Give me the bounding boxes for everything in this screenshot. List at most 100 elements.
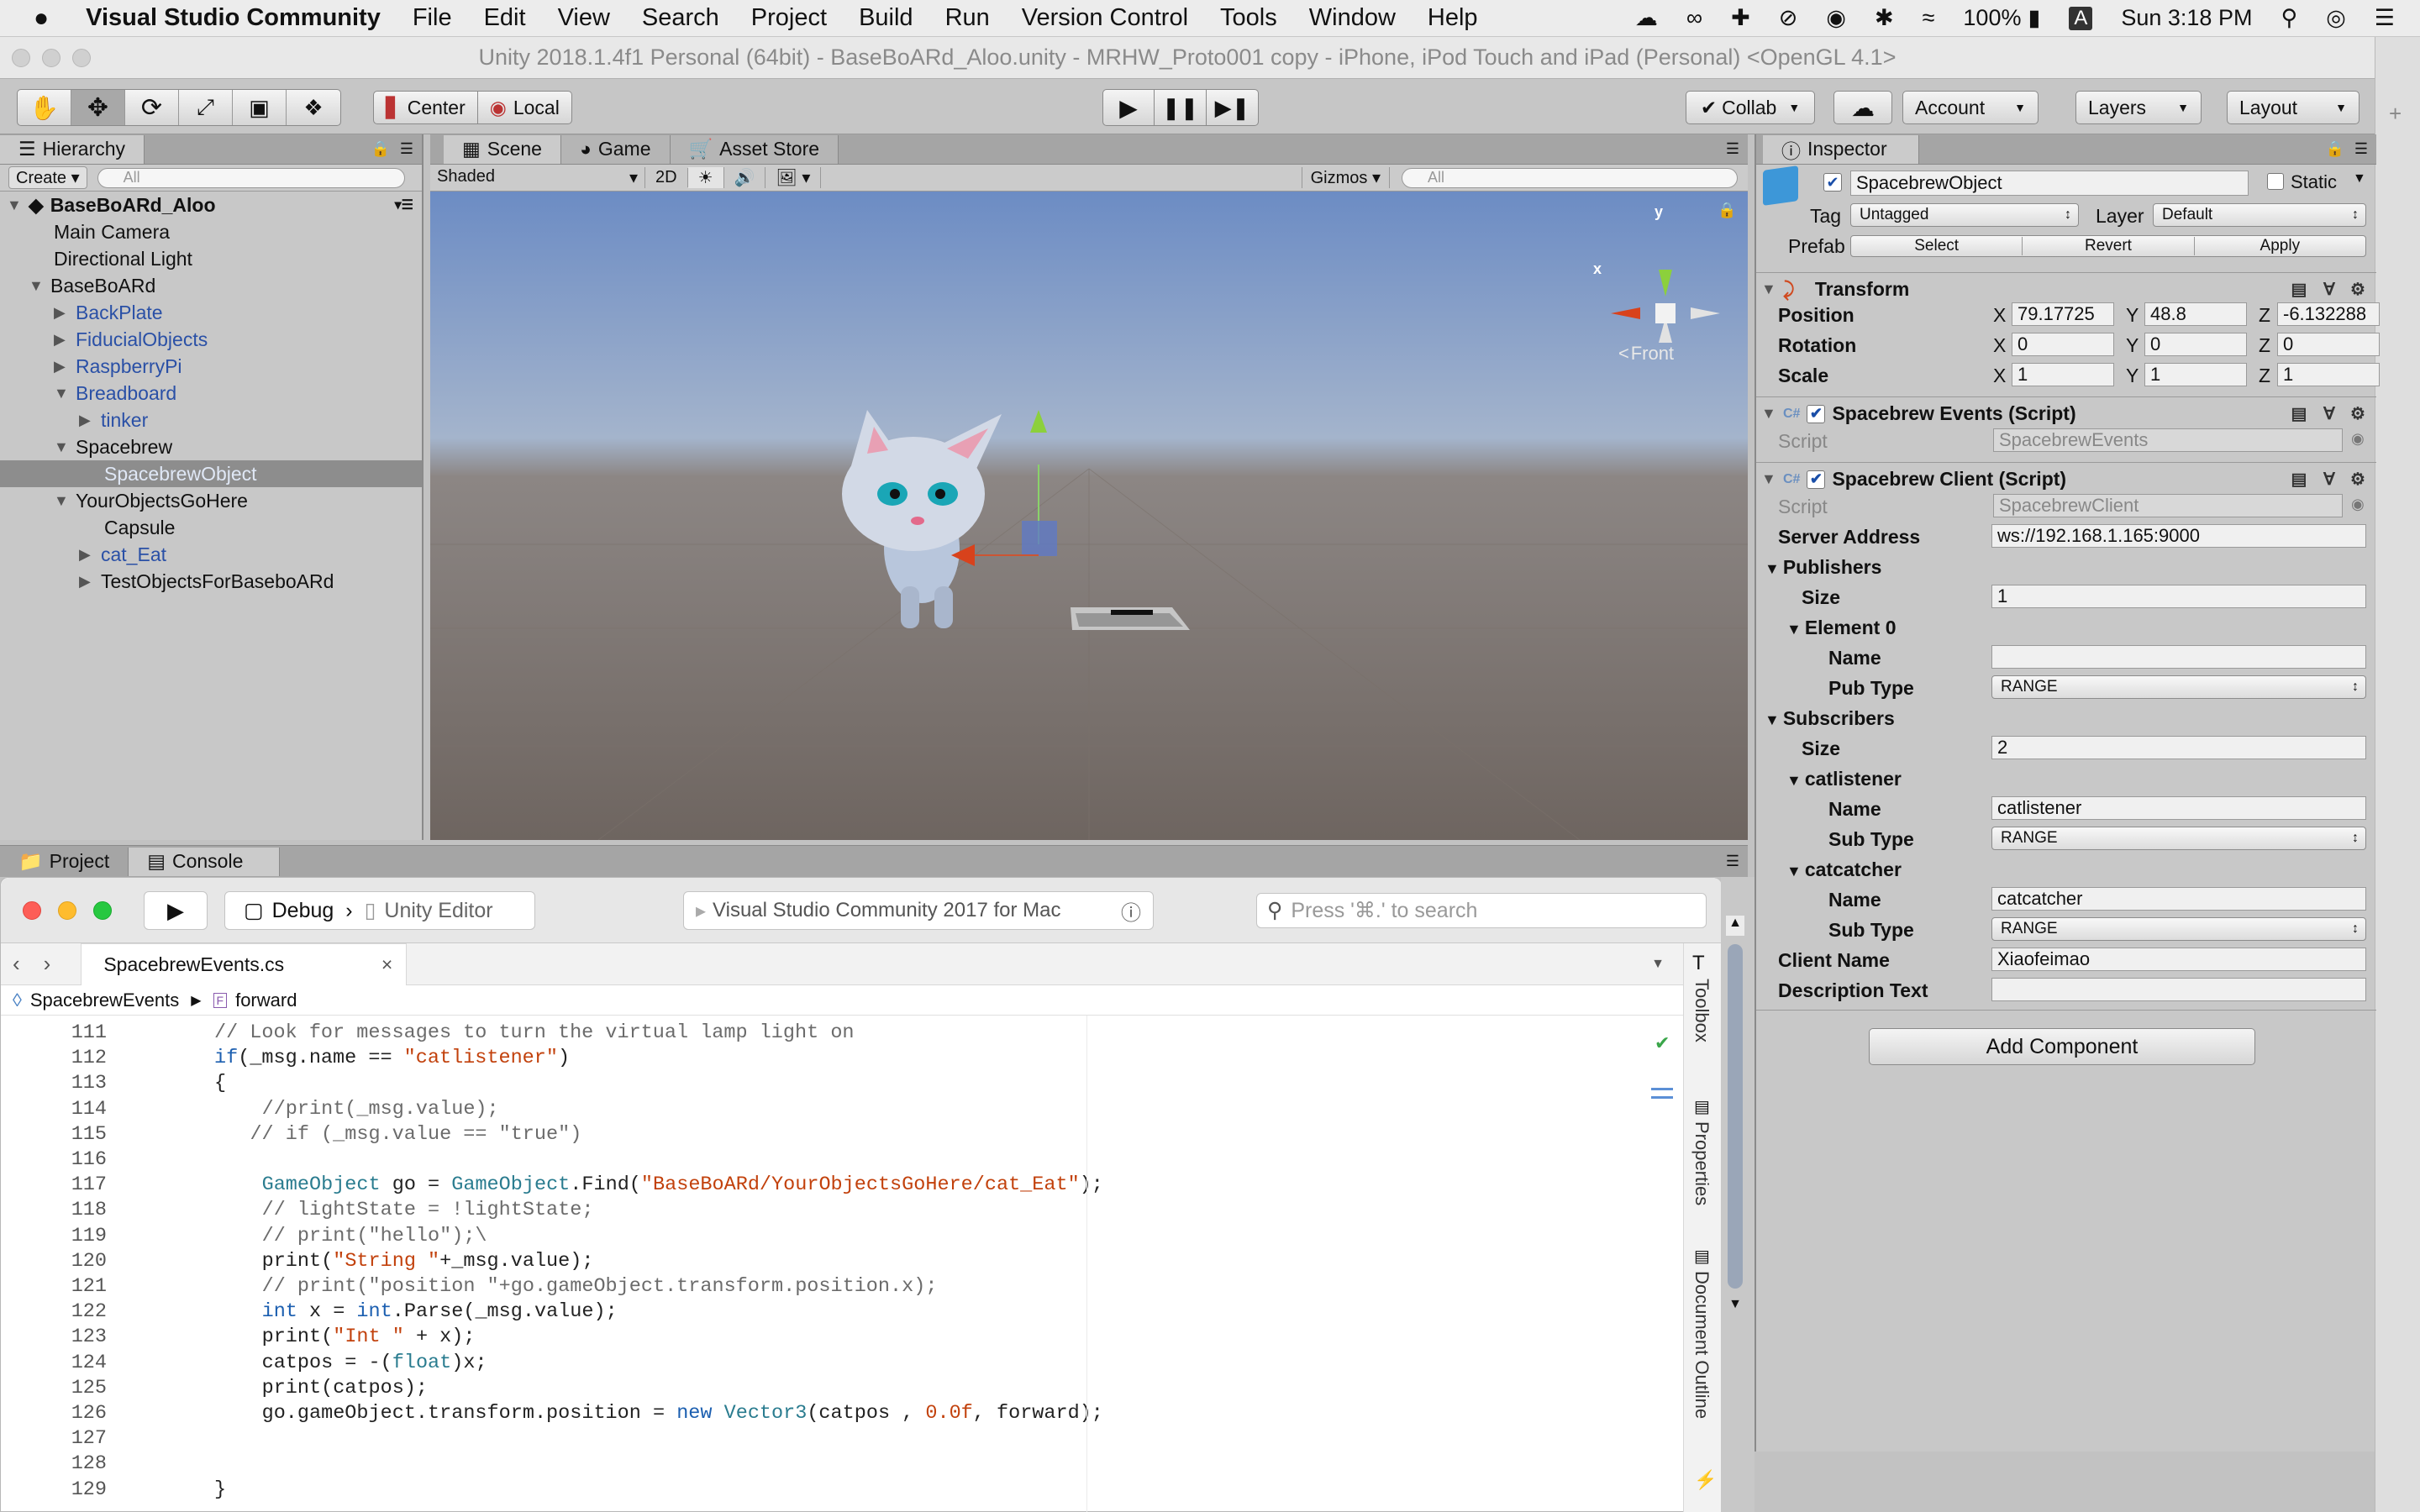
sub-size-field[interactable]: 2	[1991, 736, 2366, 759]
minimize-dot[interactable]	[42, 49, 60, 67]
menu-search[interactable]: Search	[642, 4, 719, 32]
scrollbar-thumb[interactable]	[1728, 944, 1743, 1289]
menu-file[interactable]: File	[413, 4, 452, 32]
hierarchy-item[interactable]: ▶ tinker	[0, 407, 422, 433]
breadcrumb-member[interactable]: forward	[235, 990, 297, 1011]
chevron-right-icon[interactable]: ▶	[54, 358, 76, 375]
battery-icon[interactable]: ▮	[2028, 5, 2040, 31]
zoom-dot[interactable]	[93, 901, 112, 920]
tab-spacebrew-events-cs[interactable]: SpacebrewEvents.cs ×	[81, 942, 408, 985]
back-icon[interactable]: ‹	[13, 951, 20, 977]
search-input[interactable]: ⚲ Press '⌘.' to search	[1256, 893, 1707, 928]
new-tab-icon[interactable]: +	[2389, 101, 2420, 127]
chevron-right-icon[interactable]: ▶	[54, 304, 76, 322]
spacebrew-client-enabled-checkbox[interactable]: ✔	[1807, 470, 1826, 489]
chevron-down-icon[interactable]: ▼	[54, 385, 76, 402]
effects-icon[interactable]: 🖼 ▾	[765, 167, 822, 188]
add-component-button[interactable]: Add Component	[1869, 1028, 2255, 1065]
panel-menu-icon[interactable]: ☰	[1726, 853, 1739, 870]
pub-type-dropdown[interactable]: RANGE	[1991, 675, 2366, 699]
play-button[interactable]: ▶	[1102, 89, 1155, 126]
lock-icon[interactable]: 🔒	[1718, 202, 1736, 219]
menu-project[interactable]: Project	[751, 4, 827, 32]
hierarchy-item[interactable]: ▶ RaspberryPi	[0, 353, 422, 380]
catlistener-foldout[interactable]: ▼ catlistener	[1786, 768, 1902, 790]
prefab-revert-button[interactable]: Revert	[2023, 237, 2195, 255]
unit-tests-icon[interactable]: ⚡	[1694, 1469, 1717, 1491]
scroll-up-icon[interactable]: ▲	[1726, 916, 1744, 936]
hierarchy-item[interactable]: ▶ FiducialObjects	[0, 326, 422, 353]
sub1-type-dropdown[interactable]: RANGE	[1991, 827, 2366, 850]
panel-menu-icon[interactable]: ☰	[2354, 140, 2368, 158]
input-source-icon[interactable]: A	[2069, 6, 2093, 30]
scale-tool-icon[interactable]: ⤢	[179, 90, 233, 125]
rot-z-field[interactable]: 0	[2277, 333, 2380, 356]
object-name-field[interactable]: SpacebrewObject	[1850, 171, 2249, 196]
static-checkbox[interactable]	[2267, 173, 2284, 190]
tab-console[interactable]: ▤ Console	[129, 847, 281, 876]
mode-2d-toggle[interactable]: 2D	[645, 168, 688, 187]
hierarchy-item[interactable]: ▼ YourObjectsGoHere	[0, 487, 422, 514]
chevron-right-icon[interactable]: ▶	[79, 573, 101, 591]
pub-size-field[interactable]: 1	[1991, 585, 2366, 608]
bluetooth-icon[interactable]: ✱	[1875, 5, 1894, 31]
scroll-down-icon[interactable]: ▼	[1726, 1297, 1744, 1317]
gear-icon[interactable]: ⚙	[2348, 280, 2368, 300]
audio-icon[interactable]: 🔊	[724, 167, 766, 188]
pos-z-field[interactable]: -6.132288	[2277, 302, 2380, 326]
menu-help[interactable]: Help	[1428, 4, 1478, 32]
tab-scene[interactable]: ▦ Scene	[444, 134, 561, 164]
scene-search-input[interactable]: All	[1402, 167, 1738, 188]
pivot-center-button[interactable]: ▋ Center	[373, 91, 478, 124]
chevron-down-icon[interactable]: ▼	[1651, 957, 1665, 972]
lock-icon[interactable]: 🔒	[2325, 140, 2344, 158]
chevron-right-icon[interactable]: ▶	[79, 412, 101, 429]
chevron-down-icon[interactable]: ▼	[1761, 405, 1783, 423]
hierarchy-item[interactable]: ▶ TestObjectsForBaseboARd	[0, 568, 422, 595]
events-script-field[interactable]: SpacebrewEvents	[1993, 428, 2343, 452]
create-dropdown[interactable]: Create ▾	[8, 166, 87, 189]
client-script-field[interactable]: SpacebrewClient	[1993, 494, 2343, 517]
chevron-down-icon[interactable]: ▼	[54, 438, 76, 456]
shading-mode-dropdown[interactable]: Shaded ▾	[437, 167, 645, 188]
chevron-down-icon[interactable]: ▼	[1761, 281, 1783, 298]
siri-icon[interactable]: ◎	[2326, 5, 2346, 31]
menu-build[interactable]: Build	[859, 4, 913, 32]
hierarchy-item[interactable]: ▶ BackPlate	[0, 299, 422, 326]
layer-dropdown[interactable]: Default	[2153, 203, 2366, 227]
pivot-local-button[interactable]: ◉ Local	[477, 91, 572, 124]
sub2-name-field[interactable]: catcatcher	[1991, 887, 2366, 911]
spotlight-icon[interactable]: ⚲	[2281, 5, 2297, 31]
client-name-field[interactable]: Xiaofeimao	[1991, 948, 2366, 971]
pause-button[interactable]: ❚❚	[1155, 89, 1207, 126]
gear-icon[interactable]: ⚙	[2348, 470, 2368, 490]
pos-x-field[interactable]: 79.17725	[2012, 302, 2114, 326]
collab-button[interactable]: ✔ Collab ▼	[1686, 91, 1815, 124]
sub1-name-field[interactable]: catlistener	[1991, 796, 2366, 820]
hierarchy-item[interactable]: Directional Light	[0, 245, 422, 272]
notification-center-icon[interactable]: ☰	[2375, 5, 2395, 31]
hierarchy-item[interactable]: ▶ cat_Eat	[0, 541, 422, 568]
panel-menu-icon[interactable]: ☰	[400, 140, 413, 158]
chevron-down-icon[interactable]: ▼	[29, 277, 50, 295]
sub2-type-dropdown[interactable]: RANGE	[1991, 917, 2366, 941]
tag-dropdown[interactable]: Untagged	[1850, 203, 2079, 227]
view-label[interactable]: < Front	[1618, 343, 1674, 365]
menu-window[interactable]: Window	[1309, 4, 1396, 32]
zoom-dot[interactable]	[72, 49, 91, 67]
rotate-tool-icon[interactable]: ⟳	[125, 90, 179, 125]
scl-z-field[interactable]: 1	[2277, 363, 2380, 386]
hand-tool-icon[interactable]: ✋	[18, 90, 71, 125]
chevron-right-icon[interactable]: ▶	[79, 546, 101, 564]
lock-icon[interactable]: 🔒	[371, 140, 389, 158]
chevron-down-icon[interactable]: ▼	[54, 492, 76, 510]
wifi-icon[interactable]: ≈	[1923, 5, 1935, 31]
minimize-dot[interactable]	[58, 901, 76, 920]
rot-x-field[interactable]: 0	[2012, 333, 2114, 356]
scene-viewport[interactable]: y x 🔒 < Front	[430, 192, 1748, 840]
hierarchy-item[interactable]: ▼ Breadboard	[0, 380, 422, 407]
chevron-right-icon[interactable]: ▶	[54, 331, 76, 349]
preset-icon[interactable]: ∀	[2319, 404, 2339, 424]
transform-tool-icon[interactable]: ❖	[287, 90, 340, 125]
scene-menu-icon[interactable]: ▾☰	[395, 197, 413, 213]
